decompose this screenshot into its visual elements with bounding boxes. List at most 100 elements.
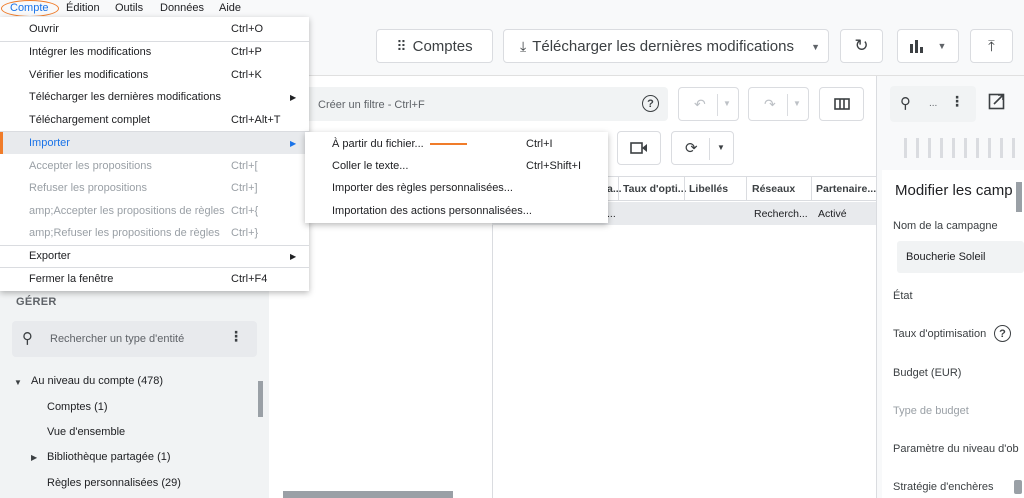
panel-search-box[interactable]: ⚲ ... ⋮ bbox=[890, 86, 976, 122]
refresh-icon: ↻ bbox=[854, 36, 869, 55]
sidebar-scrollbar[interactable] bbox=[258, 381, 263, 417]
chevron-down-icon: ▼ bbox=[723, 99, 731, 108]
search-icon: ⚲ bbox=[900, 95, 911, 112]
account-menu: Ouvrir Ctrl+O Intégrer les modifications… bbox=[0, 17, 309, 291]
submenu-item-import-custom-rules[interactable]: Importer des règles personnalisées... bbox=[305, 177, 608, 199]
menu-item-full-download[interactable]: Téléchargement complet Ctrl+Alt+T bbox=[0, 109, 309, 131]
menu-bar: Compte Édition Outils Données Aide bbox=[0, 0, 1024, 16]
help-icon[interactable]: ? bbox=[994, 325, 1011, 342]
column-separator[interactable] bbox=[811, 177, 812, 201]
more-vert-icon[interactable]: ⋮ bbox=[950, 93, 964, 110]
upload-button[interactable]: ⤒ bbox=[970, 29, 1013, 63]
chevron-down-icon: ▼ bbox=[811, 42, 820, 52]
open-in-new-icon[interactable] bbox=[988, 93, 1005, 113]
column-header-partners[interactable]: Partenaire... bbox=[816, 183, 876, 195]
horizontal-scrollbar[interactable] bbox=[283, 491, 453, 498]
columns-button[interactable] bbox=[819, 87, 864, 121]
bidding-strategy-label: Stratégie d'enchères bbox=[893, 481, 994, 493]
download-icon: ⤓ bbox=[520, 37, 527, 54]
column-separator[interactable] bbox=[684, 177, 685, 201]
help-icon[interactable]: ? bbox=[642, 95, 659, 112]
more-vert-icon[interactable]: ⋮ bbox=[229, 328, 243, 345]
menu-donnees[interactable]: Données bbox=[160, 2, 204, 14]
menu-item-reject-proposals[interactable]: Refuser les propositions Ctrl+] bbox=[0, 177, 309, 199]
search-ellipsis: ... bbox=[929, 98, 938, 109]
panel-scrollbar[interactable] bbox=[1016, 182, 1022, 212]
accounts-label: Comptes bbox=[412, 37, 473, 55]
upload-icon: ⤒ bbox=[988, 37, 995, 55]
manage-heading: GÉRER bbox=[16, 296, 57, 308]
submenu-item-import-custom-actions[interactable]: Importation des actions personnalisées..… bbox=[305, 200, 608, 222]
status-label: État bbox=[893, 290, 913, 302]
tree-item-overview[interactable]: Vue d'ensemble bbox=[47, 426, 125, 438]
divider bbox=[787, 94, 788, 116]
columns-icon bbox=[833, 98, 850, 110]
caret-right-icon: ▶ bbox=[290, 93, 297, 102]
filter-placeholder: Créer un filtre - Ctrl+F bbox=[318, 99, 425, 111]
download-changes-button[interactable]: ⤓ Télécharger les dernières modification… bbox=[503, 29, 829, 63]
undo-icon: ↶ bbox=[694, 96, 706, 112]
budget-label: Budget (EUR) bbox=[893, 367, 962, 379]
caret-right-icon: ▶ bbox=[290, 139, 297, 148]
column-header[interactable]: a... bbox=[607, 183, 622, 195]
entity-search-placeholder: Rechercher un type d'entité bbox=[50, 333, 185, 345]
entity-search-box[interactable]: ⚲ Rechercher un type d'entité ⋮ bbox=[12, 321, 257, 357]
tree-item-shared-library[interactable]: Bibliothèque partagée (1) bbox=[47, 451, 171, 463]
panel-tabs-strip bbox=[904, 138, 1016, 158]
campaign-name-label: Nom de la campagne bbox=[893, 220, 998, 232]
divider bbox=[717, 94, 718, 116]
menu-outils[interactable]: Outils bbox=[115, 2, 143, 14]
find-replace-icon: ⟳ bbox=[685, 140, 698, 157]
menu-item-open[interactable]: Ouvrir Ctrl+O bbox=[0, 18, 309, 40]
menu-item-close-window[interactable]: Fermer la fenêtre Ctrl+F4 bbox=[0, 268, 309, 290]
column-header-networks[interactable]: Réseaux bbox=[752, 183, 795, 195]
submenu-item-paste-text[interactable]: Coller le texte... Ctrl+Shift+I bbox=[305, 155, 608, 177]
menu-edition[interactable]: Édition bbox=[66, 2, 100, 14]
menu-item-accept-proposals[interactable]: Accepter les propositions Ctrl+[ bbox=[0, 155, 309, 177]
menu-aide[interactable]: Aide bbox=[219, 2, 241, 14]
refresh-button[interactable]: ↻ bbox=[840, 29, 883, 63]
chevron-down-icon: ▼ bbox=[717, 143, 725, 152]
grid-icon: ⠿ bbox=[396, 37, 407, 54]
tree-item-accounts[interactable]: Comptes (1) bbox=[47, 401, 108, 413]
import-submenu: À partir du fichier... Ctrl+I Coller le … bbox=[305, 132, 608, 223]
reports-button[interactable]: ▼ bbox=[897, 29, 959, 63]
undo-button[interactable]: ↶ ▼ bbox=[678, 87, 739, 121]
campaign-name-field[interactable]: Boucherie Soleil bbox=[897, 241, 1024, 273]
video-button[interactable] bbox=[617, 131, 661, 165]
menu-item-download-latest[interactable]: Télécharger les dernières modifications … bbox=[0, 86, 309, 108]
caret-right-icon[interactable]: ▶ bbox=[31, 453, 37, 462]
column-separator[interactable] bbox=[746, 177, 747, 201]
caret-right-icon: ▶ bbox=[290, 252, 297, 261]
menu-item-import[interactable]: Importer ▶ bbox=[0, 132, 309, 154]
budget-type-label: Type de budget bbox=[893, 405, 969, 417]
download-label: Télécharger les dernières modifications bbox=[532, 37, 794, 55]
tree-item-account-level[interactable]: Au niveau du compte (478) bbox=[31, 375, 163, 387]
filter-input[interactable]: Créer un filtre - Ctrl+F bbox=[305, 87, 668, 121]
column-header-labels[interactable]: Libellés bbox=[689, 183, 728, 195]
redo-icon: ↷ bbox=[764, 96, 776, 112]
tree-item-custom-rules[interactable]: Règles personnalisées (29) bbox=[47, 477, 181, 489]
column-separator[interactable] bbox=[618, 177, 619, 201]
table-cell-networks[interactable]: Recherch... bbox=[754, 208, 808, 220]
highlight-annotation bbox=[1, 0, 59, 17]
divider bbox=[709, 138, 710, 160]
menu-item-post-changes[interactable]: Intégrer les modifications Ctrl+P bbox=[0, 41, 309, 63]
panel-scrollbar-bottom[interactable] bbox=[1014, 480, 1022, 494]
menu-item-accept-rule-proposals[interactable]: amp;Accepter les propositions de règles … bbox=[0, 200, 309, 222]
accounts-button[interactable]: ⠿ Comptes bbox=[376, 29, 493, 63]
redo-button[interactable]: ↷ ▼ bbox=[748, 87, 809, 121]
campaign-name-value: Boucherie Soleil bbox=[906, 251, 986, 263]
table-cell[interactable]: ... bbox=[607, 208, 616, 220]
menu-item-export[interactable]: Exporter ▶ bbox=[0, 245, 309, 267]
search-icon: ⚲ bbox=[22, 330, 33, 347]
menu-item-check-changes[interactable]: Vérifier les modifications Ctrl+K bbox=[0, 64, 309, 86]
selection-indicator bbox=[0, 132, 3, 154]
find-replace-button[interactable]: ⟳ ▼ bbox=[671, 131, 734, 165]
caret-down-icon[interactable]: ▼ bbox=[14, 378, 22, 387]
underline-annotation bbox=[430, 143, 467, 145]
chevron-down-icon: ▼ bbox=[937, 41, 947, 51]
menu-item-reject-rule-proposals[interactable]: amp;Refuser les propositions de règles C… bbox=[0, 222, 309, 244]
column-header-optimization[interactable]: Taux d'opti... bbox=[623, 183, 687, 195]
table-cell-partners[interactable]: Activé bbox=[818, 208, 847, 220]
